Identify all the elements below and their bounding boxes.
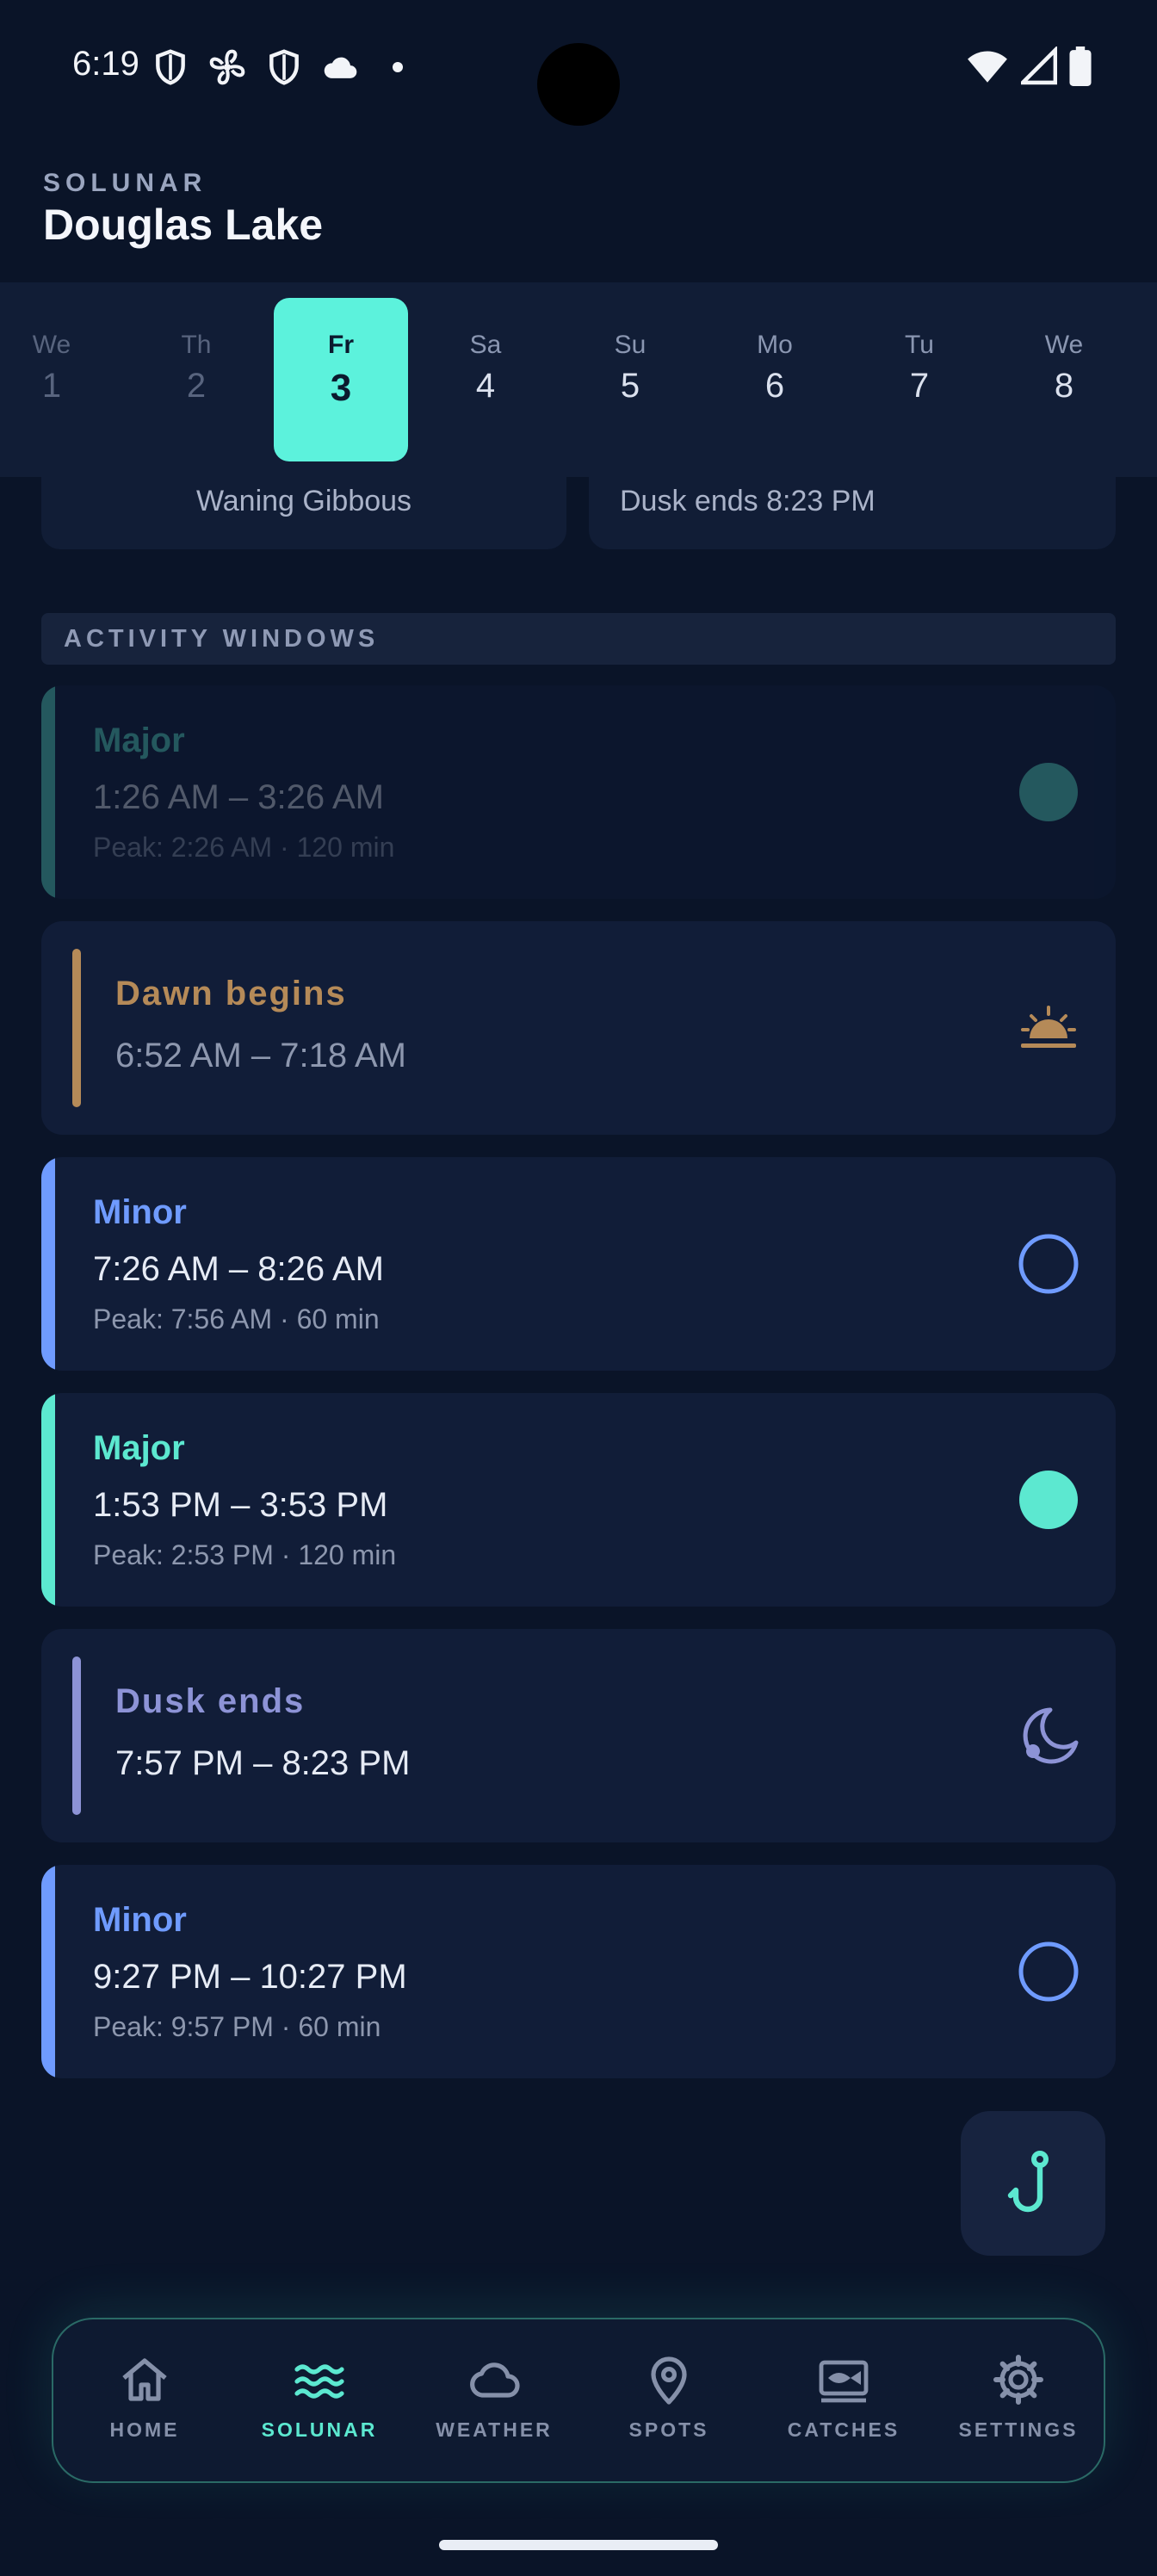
- accent-bar: [41, 1865, 55, 2078]
- day-we-1[interactable]: We 1: [0, 298, 119, 461]
- day-selector: We 1 Th 2 Fr 3 Sa 4 Su 5 Mo 6 Tu 7 We 8: [0, 282, 1157, 477]
- window-time: 6:52 AM – 7:18 AM: [115, 1037, 406, 1074]
- window-time: 7:26 AM – 8:26 AM: [93, 1250, 384, 1288]
- nav-solunar[interactable]: SOLUNAR: [233, 2352, 405, 2442]
- activity-window-minor-1[interactable]: Minor 7:26 AM – 8:26 AM Peak: 7:56 AM · …: [41, 1157, 1116, 1371]
- cloud-icon: [470, 2362, 520, 2398]
- activity-window-dusk[interactable]: Dusk ends 7:57 PM – 8:23 PM: [41, 1629, 1116, 1842]
- moon-icon: [1023, 1707, 1079, 1764]
- status-time: 6:19: [72, 45, 139, 83]
- window-title: Dawn begins: [115, 975, 347, 1012]
- outline-circle-icon: [1018, 1234, 1079, 1294]
- pin-icon: [651, 2356, 687, 2405]
- page-header: SOLUNAR Douglas Lake: [43, 169, 323, 250]
- day-tu-7[interactable]: Tu 7: [852, 298, 987, 461]
- accent-bar: [41, 1393, 55, 1607]
- moon-phase-label: Waning Gibbous: [195, 485, 412, 517]
- day-we-8[interactable]: We 8: [997, 298, 1131, 461]
- day-th-2[interactable]: Th 2: [129, 298, 263, 461]
- window-title: Dusk ends: [115, 1682, 306, 1720]
- fish-icon: [819, 2360, 869, 2403]
- home-icon: [122, 2358, 167, 2401]
- accent-bar: [41, 685, 55, 899]
- solunar-screen: 6:19 SOLUNAR Douglas Lake Waning Gibbous…: [0, 0, 1157, 2576]
- window-title: Major: [93, 1429, 185, 1467]
- window-time: 7:57 PM – 8:23 PM: [115, 1744, 411, 1782]
- accent-bar: [41, 1157, 55, 1371]
- nav-settings[interactable]: SETTINGS: [932, 2352, 1104, 2442]
- window-peak: Peak: 2:53 PM · 120 min: [93, 1539, 397, 1570]
- notification-dot-icon: [393, 62, 403, 72]
- page-title: Douglas Lake: [43, 201, 324, 249]
- window-peak: Peak: 7:56 AM · 60 min: [93, 1303, 380, 1334]
- page-eyebrow: SOLUNAR: [43, 169, 207, 197]
- activity-window-dawn[interactable]: Dawn begins 6:52 AM – 7:18 AM: [41, 921, 1116, 1135]
- cloud-icon: [324, 57, 357, 78]
- signal-icon: [1021, 46, 1057, 85]
- window-peak: Peak: 9:57 PM · 60 min: [93, 2011, 381, 2042]
- activity-window-major-1[interactable]: Major 1:26 AM – 3:26 AM Peak: 2:26 AM · …: [41, 685, 1116, 899]
- activity-window-major-2[interactable]: Major 1:53 PM – 3:53 PM Peak: 2:53 PM · …: [41, 1393, 1116, 1607]
- day-mo-6[interactable]: Mo 6: [708, 298, 842, 461]
- window-title: Minor: [93, 1193, 187, 1231]
- day-su-5[interactable]: Su 5: [563, 298, 697, 461]
- window-peak: Peak: 2:26 AM · 120 min: [93, 832, 395, 863]
- window-title: Minor: [93, 1901, 187, 1939]
- gear-icon: [993, 2355, 1043, 2405]
- accent-bar: [72, 1656, 81, 1815]
- nav-spots[interactable]: SPOTS: [583, 2352, 755, 2442]
- day-sa-4[interactable]: Sa 4: [418, 298, 553, 461]
- wifi-icon: [968, 51, 1007, 83]
- bottom-navigation: HOME SOLUNAR WEATHER SPOTS CATCHES SETTI…: [52, 2318, 1105, 2483]
- accent-bar: [72, 949, 81, 1107]
- filled-circle-icon: [1019, 763, 1078, 821]
- log-catch-fab[interactable]: [961, 2111, 1105, 2256]
- section-title-label: ACTIVITY WINDOWS: [64, 625, 380, 653]
- nav-home[interactable]: HOME: [59, 2352, 231, 2442]
- activity-window-minor-2[interactable]: Minor 9:27 PM – 10:27 PM Peak: 9:57 PM ·…: [41, 1865, 1116, 2078]
- window-title: Major: [93, 721, 185, 759]
- window-time: 1:26 AM – 3:26 AM: [93, 778, 384, 816]
- shield-icon: [156, 49, 185, 85]
- outline-circle-icon: [1018, 1941, 1079, 2002]
- fish-hook-icon: [1007, 2151, 1049, 2213]
- home-indicator[interactable]: [439, 2540, 718, 2550]
- window-time: 9:27 PM – 10:27 PM: [93, 1958, 407, 1996]
- battery-icon: [1069, 46, 1092, 86]
- nav-catches[interactable]: CATCHES: [758, 2352, 930, 2442]
- camera-cutout: [537, 43, 620, 126]
- nav-weather[interactable]: WEATHER: [408, 2352, 580, 2442]
- dusk-summary-label: Dusk ends 8:23 PM: [620, 485, 875, 517]
- shield-icon: [269, 49, 299, 85]
- section-title: ACTIVITY WINDOWS: [41, 613, 1116, 665]
- window-time: 1:53 PM – 3:53 PM: [93, 1486, 388, 1524]
- sunrise-icon: [1021, 1006, 1076, 1048]
- status-bar: 6:19: [0, 0, 1157, 138]
- day-fr-3-selected[interactable]: Fr 3: [274, 298, 408, 461]
- fan-icon: [209, 49, 245, 85]
- filled-circle-icon: [1019, 1471, 1078, 1529]
- waves-icon: [294, 2364, 344, 2399]
